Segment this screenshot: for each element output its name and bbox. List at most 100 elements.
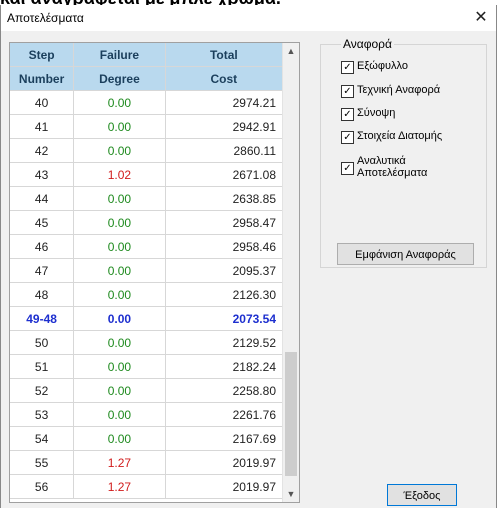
cost-cell: 2958.47: [165, 210, 286, 235]
checkbox-icon[interactable]: ✓: [341, 162, 354, 175]
step-cell: 40: [10, 90, 75, 115]
step-cell: 41: [10, 114, 75, 139]
show-report-button[interactable]: Εμφάνιση Αναφοράς: [337, 243, 474, 265]
header-step-line1[interactable]: Step: [10, 43, 75, 67]
option-label: Στοιχεία Διατομής: [357, 130, 443, 142]
checkbox-icon[interactable]: ✓: [341, 108, 354, 121]
table-row[interactable]: 55 1.27 2019.97: [10, 450, 286, 475]
table-row[interactable]: 40 0.00 2974.21: [10, 90, 286, 115]
table-row[interactable]: 45 0.00 2958.47: [10, 210, 286, 235]
vertical-scrollbar[interactable]: ▲ ▼: [282, 43, 299, 502]
failure-cell: 0.00: [73, 258, 166, 283]
cost-cell: 2974.21: [165, 90, 286, 115]
table-row[interactable]: 54 0.00 2167.69: [10, 426, 286, 451]
report-group-legend: Αναφορά: [341, 37, 394, 51]
step-cell: 56: [10, 474, 75, 499]
header-cost-line2[interactable]: Cost: [165, 66, 286, 91]
checkbox-icon[interactable]: ✓: [341, 85, 354, 98]
results-table: Step Failure Total Number Degree Cost 40…: [10, 43, 286, 499]
option-section-data[interactable]: ✓ Στοιχεία Διατομής: [341, 130, 442, 144]
step-cell: 50: [10, 330, 75, 355]
close-icon[interactable]: ✕: [470, 7, 492, 29]
table-row[interactable]: 44 0.00 2638.85: [10, 186, 286, 211]
cost-cell: 2182.24: [165, 354, 286, 379]
header-cost-line1[interactable]: Total: [165, 43, 286, 67]
scroll-down-icon[interactable]: ▼: [283, 486, 299, 502]
cost-cell: 2261.76: [165, 402, 286, 427]
failure-cell: 0.00: [73, 186, 166, 211]
step-cell: 54: [10, 426, 75, 451]
failure-cell: 0.00: [73, 402, 166, 427]
table-row[interactable]: 49-48 0.00 2073.54: [10, 306, 286, 331]
table-row[interactable]: 56 1.27 2019.97: [10, 474, 286, 499]
failure-cell: 0.00: [73, 306, 166, 331]
step-cell: 44: [10, 186, 75, 211]
table-row[interactable]: 47 0.00 2095.37: [10, 258, 286, 283]
option-label: Σύνοψη: [357, 107, 396, 119]
checkbox-icon[interactable]: ✓: [341, 61, 354, 74]
failure-cell: 0.00: [73, 90, 166, 115]
table-row[interactable]: 43 1.02 2671.08: [10, 162, 286, 187]
failure-cell: 0.00: [73, 282, 166, 307]
cost-cell: 2671.08: [165, 162, 286, 187]
checkbox-icon[interactable]: ✓: [341, 131, 354, 144]
cost-cell: 2129.52: [165, 330, 286, 355]
step-cell: 46: [10, 234, 75, 259]
failure-cell: 1.27: [73, 474, 166, 499]
step-cell: 43: [10, 162, 75, 187]
failure-cell: 1.02: [73, 162, 166, 187]
option-cover[interactable]: ✓ Εξώφυλλο: [341, 60, 408, 74]
failure-cell: 0.00: [73, 354, 166, 379]
cost-cell: 2258.80: [165, 378, 286, 403]
step-cell: 53: [10, 402, 75, 427]
cost-cell: 2958.46: [165, 234, 286, 259]
cost-cell: 2167.69: [165, 426, 286, 451]
step-cell: 49-48: [10, 306, 75, 331]
table-row[interactable]: 41 0.00 2942.91: [10, 114, 286, 139]
exit-button[interactable]: Έξοδος: [387, 484, 457, 506]
step-cell: 42: [10, 138, 75, 163]
header-failure-line2[interactable]: Degree: [73, 66, 166, 91]
scroll-up-icon[interactable]: ▲: [283, 43, 299, 59]
cost-cell: 2638.85: [165, 186, 286, 211]
failure-cell: 0.00: [73, 330, 166, 355]
failure-cell: 0.00: [73, 378, 166, 403]
table-row[interactable]: 52 0.00 2258.80: [10, 378, 286, 403]
table-row[interactable]: 51 0.00 2182.24: [10, 354, 286, 379]
title-bar: Αποτελέσματα ✕: [1, 5, 496, 31]
option-label: Εξώφυλλο: [357, 60, 408, 72]
cost-cell: 2073.54: [165, 306, 286, 331]
cost-cell: 2860.11: [165, 138, 286, 163]
step-cell: 45: [10, 210, 75, 235]
window-title: Αποτελέσματα: [7, 11, 84, 25]
cost-cell: 2019.97: [165, 474, 286, 499]
header-step-line2[interactable]: Number: [10, 66, 75, 91]
cost-cell: 2095.37: [165, 258, 286, 283]
table-row[interactable]: 53 0.00 2261.76: [10, 402, 286, 427]
failure-cell: 0.00: [73, 426, 166, 451]
table-row[interactable]: 48 0.00 2126.30: [10, 282, 286, 307]
table-row[interactable]: 42 0.00 2860.11: [10, 138, 286, 163]
step-cell: 55: [10, 450, 75, 475]
failure-cell: 0.00: [73, 234, 166, 259]
step-cell: 51: [10, 354, 75, 379]
failure-cell: 0.00: [73, 210, 166, 235]
cost-cell: 2942.91: [165, 114, 286, 139]
scrollbar-thumb[interactable]: [285, 352, 297, 476]
cost-cell: 2019.97: [165, 450, 286, 475]
step-cell: 52: [10, 378, 75, 403]
option-summary[interactable]: ✓ Σύνοψη: [341, 107, 395, 121]
option-technical-report[interactable]: ✓ Τεχνική Αναφορά: [341, 84, 440, 98]
table-row[interactable]: 50 0.00 2129.52: [10, 330, 286, 355]
option-detailed-results[interactable]: ✓ Αναλυτικά Αποτελέσματα: [341, 155, 451, 179]
failure-cell: 0.00: [73, 114, 166, 139]
table-row[interactable]: 46 0.00 2958.46: [10, 234, 286, 259]
step-cell: 47: [10, 258, 75, 283]
step-cell: 48: [10, 282, 75, 307]
option-label: Τεχνική Αναφορά: [357, 84, 441, 96]
header-failure-line1[interactable]: Failure: [73, 43, 166, 67]
cost-cell: 2126.30: [165, 282, 286, 307]
results-grid[interactable]: Step Failure Total Number Degree Cost 40…: [9, 42, 300, 503]
failure-cell: 0.00: [73, 138, 166, 163]
failure-cell: 1.27: [73, 450, 166, 475]
